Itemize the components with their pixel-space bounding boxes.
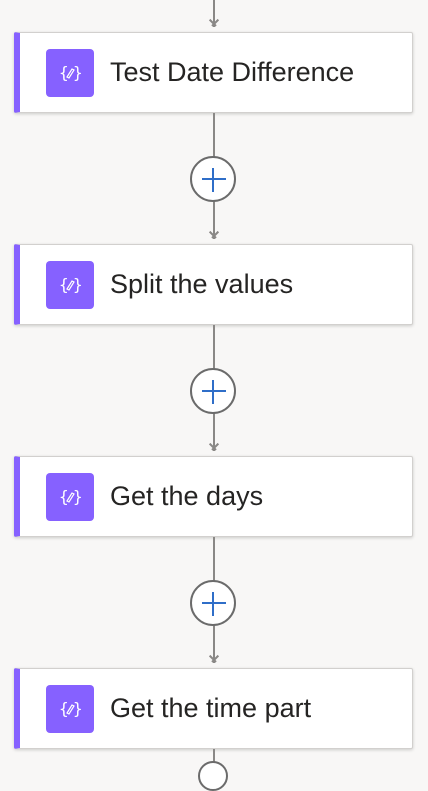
insert-step-button[interactable]	[190, 368, 236, 414]
flow-step-card[interactable]: { } Get the time part	[14, 668, 413, 749]
svg-text:{: {	[59, 275, 69, 294]
insert-step-button[interactable]	[190, 580, 236, 626]
svg-text:}: }	[73, 487, 83, 506]
flow-step-title: Get the time part	[110, 693, 312, 723]
svg-text:}: }	[73, 699, 83, 718]
variable-icon: { }	[46, 684, 94, 733]
flow-step-title: Test Date Difference	[110, 57, 355, 87]
variable-icon: { }	[46, 260, 94, 309]
plus-icon	[202, 390, 226, 392]
plus-icon	[202, 602, 226, 604]
flow-step-card[interactable]: { } Get the days	[14, 456, 413, 537]
flow-step-title: Split the values	[110, 269, 294, 299]
insert-step-button[interactable]	[190, 156, 236, 202]
variable-icon: { }	[46, 472, 94, 521]
svg-text:}: }	[73, 63, 83, 82]
flow-step-card[interactable]: { } Test Date Difference	[14, 32, 413, 113]
variable-icon: { }	[46, 48, 94, 97]
insert-step-button[interactable]	[198, 761, 228, 791]
svg-text:{: {	[59, 699, 69, 718]
flow-step-title: Get the days	[110, 481, 264, 511]
svg-text:}: }	[73, 275, 83, 294]
flow-canvas: { } Test Date Difference { } Split the v…	[0, 0, 428, 791]
plus-icon	[202, 178, 226, 180]
svg-text:{: {	[59, 487, 69, 506]
flow-step-card[interactable]: { } Split the values	[14, 244, 413, 325]
svg-text:{: {	[59, 63, 69, 82]
